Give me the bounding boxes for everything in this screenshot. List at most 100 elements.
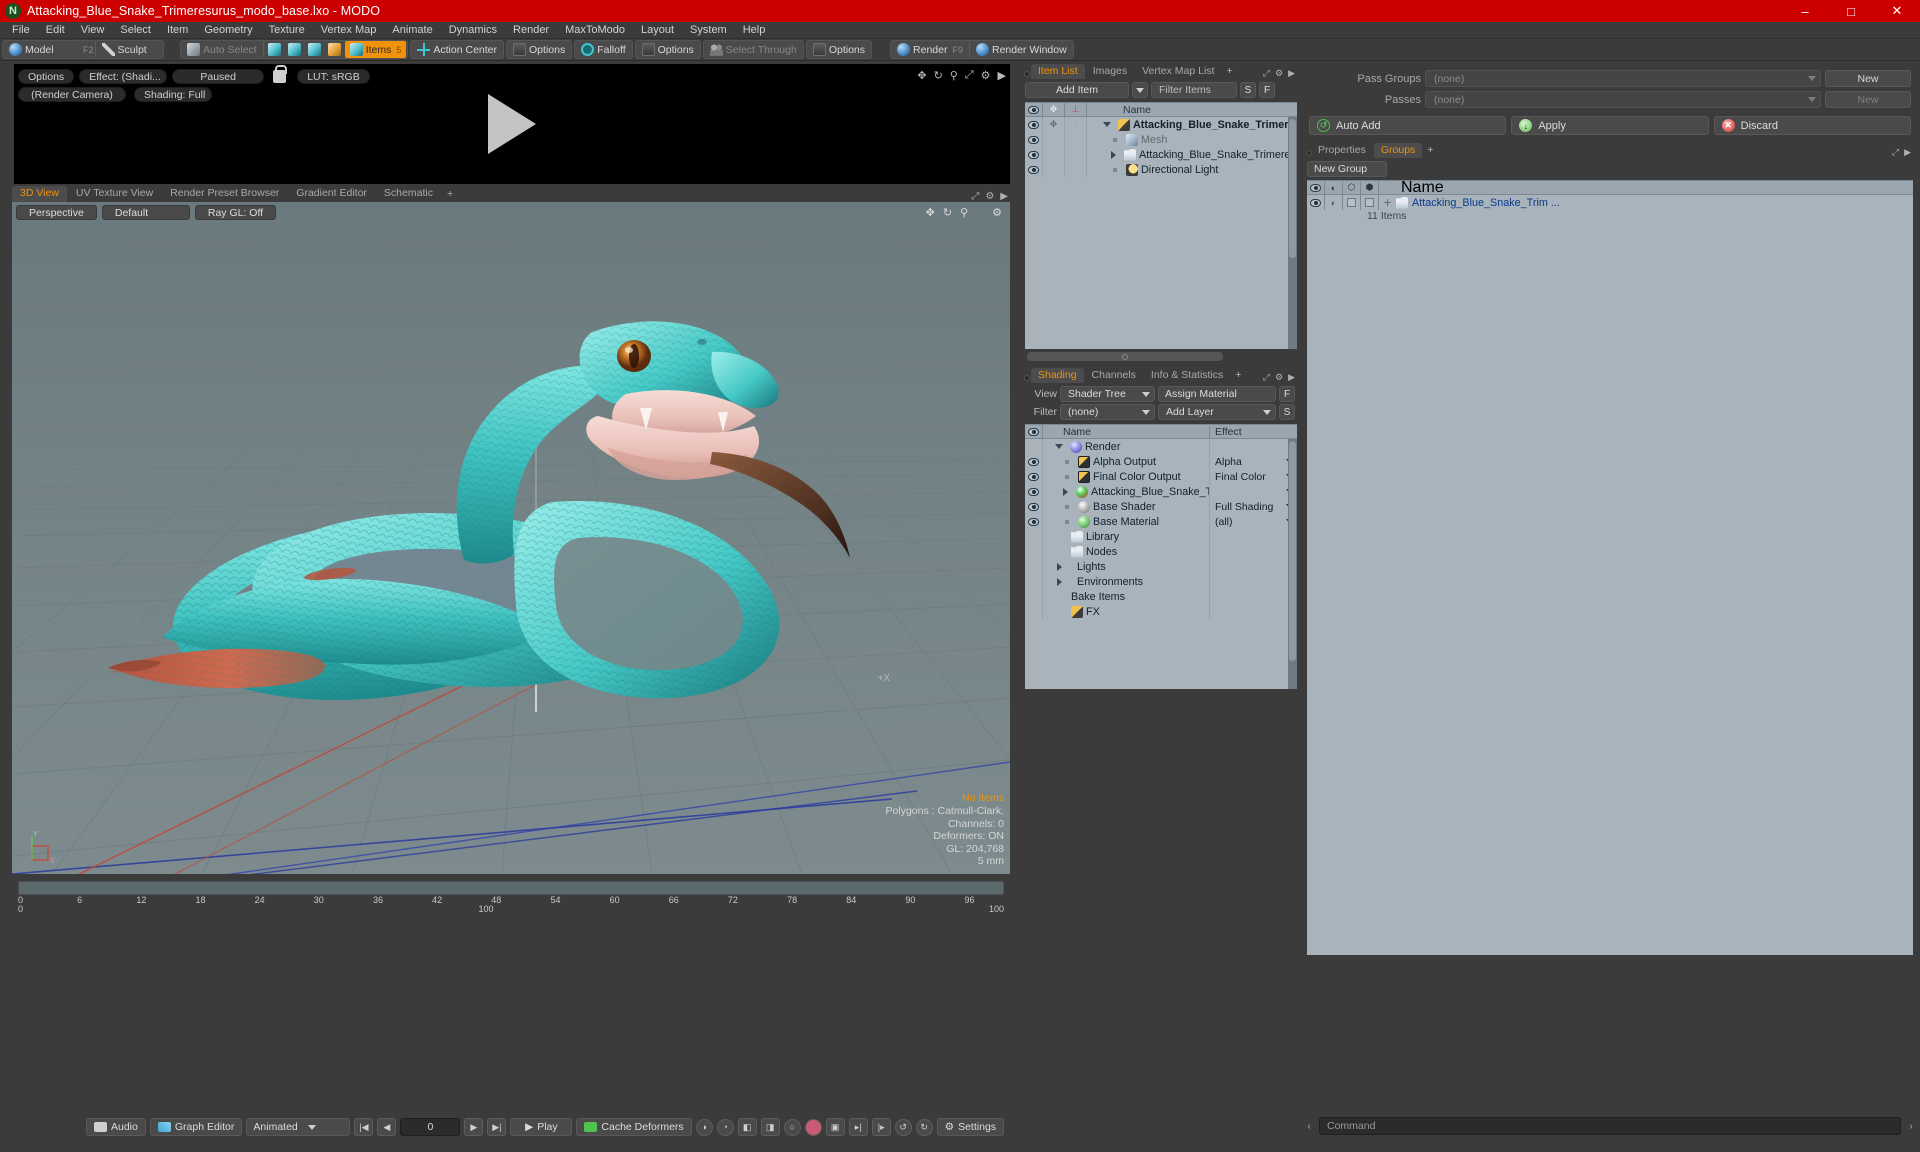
table-row[interactable]: Alpha Output Alpha — [1025, 454, 1297, 469]
row-axis-toggle[interactable] — [1065, 132, 1087, 147]
maximize-panel-icon[interactable]: ⤢ — [1263, 68, 1270, 79]
shader-name-cell[interactable]: FX — [1043, 605, 1209, 618]
menu-item[interactable]: Item — [159, 22, 196, 39]
shader-effect-cell[interactable] — [1209, 484, 1297, 499]
row-visibility-toggle[interactable] — [1025, 147, 1043, 162]
row-axis-toggle[interactable] — [1065, 162, 1087, 177]
expander-right-icon[interactable] — [1063, 487, 1068, 496]
expander-right-icon[interactable] — [1057, 577, 1062, 586]
retime-button[interactable]: ↺ — [894, 1118, 912, 1136]
item-list-horizontal-scrollbar[interactable] — [1025, 351, 1297, 362]
preview-shading-button[interactable]: Shading: Full — [134, 87, 212, 102]
scrollbar-thumb[interactable] — [1027, 352, 1223, 361]
menu-texture[interactable]: Texture — [261, 22, 313, 39]
step-forward-button[interactable]: ▶ — [464, 1118, 484, 1136]
expander-down-icon[interactable] — [1103, 122, 1111, 127]
expander-right-icon[interactable] — [1057, 562, 1062, 571]
tab-render-preset-browser[interactable]: Render Preset Browser — [162, 186, 288, 202]
row-visibility-toggle[interactable] — [1025, 132, 1043, 147]
shading-filter-dropdown[interactable]: (none) — [1060, 404, 1155, 420]
shader-name-cell[interactable]: Final Color Output — [1043, 470, 1209, 483]
skip-end-button[interactable]: ▶| — [487, 1118, 507, 1136]
lock-icon[interactable] — [273, 65, 288, 83]
gear-icon[interactable]: ⚙ — [981, 69, 991, 82]
group-name-cell[interactable]: ＋ Attacking_Blue_Snake_Trim ... — [1379, 196, 1913, 209]
table-row[interactable]: Base Shader Full Shading — [1025, 499, 1297, 514]
shader-name-cell[interactable]: Library — [1043, 530, 1209, 543]
minimize-button[interactable]: – — [1782, 0, 1828, 22]
new-group-button[interactable]: New Group — [1307, 161, 1387, 177]
shader-tree-vertical-scrollbar[interactable] — [1288, 439, 1297, 689]
play-arrow-icon[interactable] — [488, 94, 536, 154]
filter-items-input[interactable]: Filter Items — [1151, 82, 1237, 98]
panel-menu-icon[interactable]: ▶ — [1000, 191, 1008, 202]
move-icon[interactable]: ✥ — [926, 206, 935, 219]
menu-dynamics[interactable]: Dynamics — [441, 22, 505, 39]
shader-name-cell[interactable]: Nodes — [1043, 545, 1209, 558]
tab-item-list[interactable]: Item List — [1031, 64, 1085, 79]
shader-name-cell[interactable]: Base Shader — [1043, 500, 1209, 513]
menu-render[interactable]: Render — [505, 22, 557, 39]
shader-name-cell[interactable]: Environments — [1043, 576, 1209, 588]
tab-3d-view[interactable]: 3D View — [12, 186, 67, 202]
range-start-button[interactable]: ◧ — [737, 1118, 757, 1136]
row-render-toggle[interactable]: ◐ — [1325, 195, 1343, 210]
row-visibility-toggle[interactable] — [1025, 439, 1043, 454]
preview-camera-button[interactable]: (Render Camera) — [18, 87, 126, 102]
table-row[interactable]: Mesh — [1025, 132, 1297, 147]
row-visibility-toggle[interactable] — [1025, 529, 1043, 544]
row-lock-toggle[interactable] — [1043, 147, 1065, 162]
table-row[interactable]: ◐ ＋ Attacking_Blue_Snake_Trim ... — [1307, 195, 1913, 210]
item-list-vertical-scrollbar[interactable] — [1288, 117, 1297, 349]
snake-3d-model[interactable] — [12, 202, 1010, 874]
add-panel-tab-button[interactable]: + — [1222, 64, 1237, 79]
pass-groups-dropdown[interactable]: (none) — [1425, 70, 1821, 87]
tab-schematic[interactable]: Schematic — [375, 186, 441, 202]
zoom-icon[interactable]: ⚲ — [950, 69, 958, 82]
range-end-button[interactable]: ◨ — [760, 1118, 780, 1136]
row-lock-toggle[interactable] — [1043, 132, 1065, 147]
falloff-button[interactable]: Falloff — [576, 41, 630, 58]
tab-gradient-editor[interactable]: Gradient Editor — [288, 186, 375, 202]
menu-system[interactable]: System — [682, 22, 735, 39]
vertex-mode-button[interactable] — [265, 41, 284, 58]
tab-groups[interactable]: Groups — [1373, 143, 1423, 158]
preview-status-button[interactable]: Paused — [172, 69, 265, 84]
row-visibility-toggle[interactable] — [1025, 484, 1043, 499]
move-icon[interactable]: ✥ — [917, 69, 926, 82]
row-visibility-toggle[interactable] — [1025, 514, 1043, 529]
graph-editor-button[interactable]: Graph Editor — [149, 1118, 243, 1136]
auto-key-button[interactable]: ◑ — [695, 1118, 713, 1136]
row-visibility-toggle[interactable] — [1025, 469, 1043, 484]
close-button[interactable]: ✕ — [1874, 0, 1920, 22]
discard-button[interactable]: ✕ Discard — [1713, 116, 1911, 135]
menu-help[interactable]: Help — [735, 22, 774, 39]
record-button[interactable] — [804, 1118, 822, 1136]
skip-start-button[interactable]: |◀ — [354, 1118, 374, 1136]
row-select-checkbox[interactable] — [1343, 195, 1361, 210]
shader-name-cell[interactable]: Render — [1043, 440, 1209, 453]
preview-effect-button[interactable]: Effect: (Shadi... — [79, 69, 168, 84]
cache-deformers-button[interactable]: Cache Deformers — [576, 1118, 692, 1136]
table-row[interactable]: ✥ ⊥ Attacking_Blue_Snake_Trimeresu... — [1025, 117, 1297, 132]
gear-icon[interactable]: ⚙ — [1275, 68, 1283, 79]
table-row[interactable]: Attacking_Blue_Snake_Trimeresurus (2) — [1025, 147, 1297, 162]
render-window-button[interactable]: Render Window — [971, 41, 1072, 58]
tab-properties[interactable]: Properties — [1311, 143, 1373, 158]
command-next-icon[interactable]: › — [1905, 1121, 1917, 1132]
panel-menu-icon[interactable]: ▶ — [1288, 68, 1295, 79]
table-row[interactable]: Nodes — [1025, 544, 1297, 559]
shader-effect-cell[interactable]: Alpha — [1209, 454, 1297, 469]
key-mode-button[interactable]: ◔ — [716, 1118, 734, 1136]
falloff-options-button[interactable]: Options — [637, 41, 699, 58]
zoom-icon[interactable]: ⚲ — [960, 206, 968, 219]
passes-dropdown[interactable]: (none) — [1425, 91, 1821, 108]
row-visibility-toggle[interactable] — [1025, 162, 1043, 177]
add-panel-tab-button[interactable]: + — [1423, 143, 1438, 158]
command-input[interactable]: Command — [1319, 1117, 1901, 1135]
item-name-cell[interactable]: Directional Light — [1087, 163, 1297, 176]
rotate-icon[interactable]: ↻ — [934, 69, 943, 82]
material-mode-button[interactable] — [325, 41, 344, 58]
edge-mode-button[interactable] — [285, 41, 304, 58]
table-row[interactable]: Base Material (all) — [1025, 514, 1297, 529]
